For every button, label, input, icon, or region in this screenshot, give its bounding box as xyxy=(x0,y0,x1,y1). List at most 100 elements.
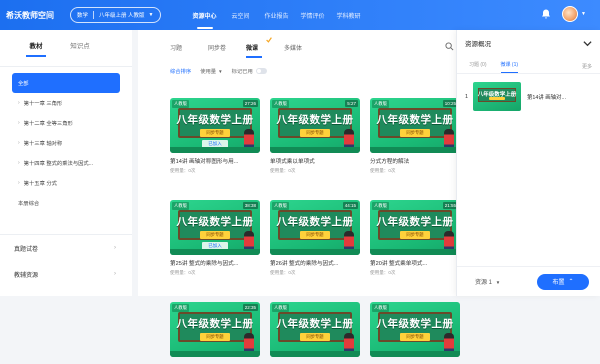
sidebar-item-label: 教辅资源 xyxy=(14,272,39,279)
assign-button[interactable]: 布置 ⌃ xyxy=(537,273,589,290)
duration-badge: 27:26 xyxy=(242,100,258,107)
chapter-label: 第十二章 全等三角形 xyxy=(23,121,73,127)
tab-label: 微课 xyxy=(246,45,259,52)
chapter-label: 第十三章 轴对称 xyxy=(23,141,63,147)
chevron-right-icon: › xyxy=(18,140,20,146)
resource-card[interactable]: 人教版 44:15 八年级数学上册 同步专题 第26讲 整式的乘除与因式... 使用量：0… xyxy=(270,200,360,276)
video-thumbnail[interactable]: 人教版 八年级数学上册 同步专题 xyxy=(370,302,460,357)
sidebar-item-real-exams[interactable]: 真题试卷 › xyxy=(0,235,132,261)
edition-badge: 人教版 xyxy=(172,100,189,108)
resource-card[interactable]: 人教版 21:55 八年级数学上册 同步专题 第20讲 整式乘单项式... 使用量：0次 xyxy=(370,200,460,276)
panel-tab-micro-lessons[interactable]: 微课 (1) xyxy=(500,61,518,73)
video-thumbnail[interactable]: 人教版 27:26 八年级数学上册 同步专题 已加入 xyxy=(170,98,260,153)
ground-strip xyxy=(270,351,360,357)
video-thumbnail[interactable]: 人教版 38:38 八年级数学上册 同步专题 已加入 xyxy=(170,200,260,255)
edition-badge: 人教版 xyxy=(372,100,389,108)
chapter-item[interactable]: › 第十一章 三角形 xyxy=(12,93,120,113)
nav-subject-research[interactable]: 学科教研 xyxy=(331,11,367,20)
resource-card[interactable]: 人教版 八年级数学上册 同步专题 xyxy=(270,302,360,364)
item-index: 1 xyxy=(465,93,469,100)
resource-card[interactable]: 人教版 38:38 八年级数学上册 同步专题 已加入第25讲 整式的乘除与因式... 使用… xyxy=(170,200,260,276)
thumbnail-title: 八年级数学上册 xyxy=(376,114,454,126)
avatar[interactable] xyxy=(562,6,579,22)
bell-icon[interactable] xyxy=(540,8,552,20)
more-link[interactable]: 更多 xyxy=(582,63,592,70)
chevron-down-icon[interactable]: ▼ xyxy=(581,11,586,17)
grade-subject-selector[interactable]: 数学 八年级上册 人教版 ▼ xyxy=(70,7,161,23)
list-item[interactable]: 1 八年级数学上册 第14讲 画轴对... xyxy=(457,74,600,111)
resource-count-dropdown[interactable]: 资源 1 ▼ xyxy=(475,277,500,286)
thumbnail-banner: 同步专题 xyxy=(400,231,430,239)
sort-usage[interactable]: 使用量 ▼ xyxy=(200,67,223,76)
sidebar-item-teaching-aids[interactable]: 教辅资源 › xyxy=(0,261,132,287)
video-thumbnail[interactable]: 人教版 44:15 八年级数学上册 同步专题 xyxy=(270,200,360,255)
sidebar-bottom: 真题试卷 › 教辅资源 › xyxy=(0,234,132,287)
main-nav: 资源中心 云空间 作业报告 学情评价 学科教研 xyxy=(187,0,367,30)
thumbnail-title: 八年级数学上册 xyxy=(276,318,354,330)
grade-label: 八年级上册 人教版 xyxy=(99,13,145,19)
card-title[interactable]: 第25讲 整式的乘除与因式... xyxy=(170,259,260,267)
usage-count: 使用量：0次 xyxy=(170,270,196,275)
chapter-item[interactable]: › 第十二章 全等三角形 xyxy=(12,113,120,133)
chevron-right-icon: › xyxy=(18,160,20,166)
sort-comprehensive[interactable]: 综合排序 xyxy=(170,67,191,75)
tab-micro-lessons[interactable]: 微课 xyxy=(246,36,284,58)
video-thumbnail[interactable]: 人教版 5:27 八年级数学上册 同步专题 xyxy=(270,98,360,153)
card-title[interactable]: 单项式乘以单项式 xyxy=(270,157,360,165)
tab-multimedia[interactable]: 多媒体 xyxy=(284,43,322,52)
video-thumbnail[interactable]: 人教版 22:35 八年级数学上册 同步专题 xyxy=(170,302,260,357)
ground-strip xyxy=(170,351,260,357)
filter-label: 标记已用 xyxy=(231,69,253,75)
card-title[interactable]: 第26讲 整式的乘除与因式... xyxy=(270,259,360,267)
ground-strip xyxy=(370,147,460,153)
thumbnail-banner: 同步专题 xyxy=(200,129,230,137)
resource-card[interactable]: 人教版 八年级数学上册 同步专题 xyxy=(370,302,460,364)
video-thumbnail[interactable]: 人教版 21:55 八年级数学上册 同步专题 xyxy=(370,200,460,255)
chevron-right-icon: › xyxy=(18,100,20,106)
chapter-item[interactable]: › 第十四章 整式的乘法与因式... xyxy=(12,153,120,173)
usage-count: 使用量：0次 xyxy=(170,168,196,173)
panel-tab-exercises[interactable]: 习题 (0) xyxy=(469,61,487,68)
search-icon[interactable] xyxy=(445,42,454,51)
nav-learning-evaluation[interactable]: 学情评价 xyxy=(295,11,331,20)
nav-homework-report[interactable]: 作业报告 xyxy=(259,11,295,20)
app-logo[interactable]: 希沃教师空间 xyxy=(6,10,68,21)
top-bar: 希沃教师空间 数学 八年级上册 人教版 ▼ 资源中心 云空间 作业报告 学情评价… xyxy=(0,0,600,30)
resource-card[interactable]: 人教版 10:25 八年级数学上册 同步专题 分式方程的解法 使用量：0次 xyxy=(370,98,460,174)
chapter-item-comprehensive[interactable]: 本册综合 xyxy=(12,193,120,213)
card-title[interactable]: 第14讲 画轴对称图形与用... xyxy=(170,157,260,165)
thumbnail-title: 八年级数学上册 xyxy=(376,216,454,228)
card-title[interactable]: 第20讲 整式乘单项式... xyxy=(370,259,460,267)
thumbnail-title: 八年级数学上册 xyxy=(176,114,254,126)
duration-badge: 44:15 xyxy=(342,202,358,209)
chevron-down-icon[interactable] xyxy=(583,39,592,48)
duration-badge: 5:27 xyxy=(345,100,358,107)
duration-badge: 22:35 xyxy=(242,304,258,311)
resource-card[interactable]: 人教版 5:27 八年级数学上册 同步专题 单项式乘以单项式 使用量：0次 xyxy=(270,98,360,174)
nav-resource-center[interactable]: 资源中心 xyxy=(187,11,223,29)
tab-exercises[interactable]: 习题 xyxy=(170,43,208,52)
thumbnail-banner: 同步专题 xyxy=(300,333,330,341)
chapter-label: 全部 xyxy=(18,81,29,87)
panel-title: 资源概况 xyxy=(465,41,491,48)
nav-cloud-space[interactable]: 云空间 xyxy=(223,11,259,20)
marked-used-toggle[interactable] xyxy=(255,68,267,74)
resource-card[interactable]: 人教版 22:35 八年级数学上册 同步专题 xyxy=(170,302,260,364)
chapter-item[interactable]: › 第十三章 轴对称 xyxy=(12,133,120,153)
tab-sync-papers[interactable]: 同步卷 xyxy=(208,43,246,52)
video-thumbnail[interactable]: 人教版 10:25 八年级数学上册 同步专题 xyxy=(370,98,460,153)
resource-card[interactable]: 人教版 27:26 八年级数学上册 同步专题 已加入 第14讲 画轴对称图形与用... 使用… xyxy=(170,98,260,174)
edition-badge: 人教版 xyxy=(372,202,389,210)
panel-footer: 资源 1 ▼ 布置 ⌃ xyxy=(457,266,600,296)
checkmark-icon xyxy=(266,36,272,43)
chapter-item[interactable]: › 第十五章 分式 xyxy=(12,173,120,193)
tab-textbook[interactable]: 教材 xyxy=(14,40,58,57)
chevron-right-icon: › xyxy=(114,245,116,251)
chevron-down-icon: ▼ xyxy=(218,68,223,74)
resource-tabs: 习题 同步卷 微课 多媒体 xyxy=(138,30,458,64)
card-title[interactable]: 分式方程的解法 xyxy=(370,157,460,165)
thumbnail-title: 八年级数学上册 xyxy=(176,318,254,330)
video-thumbnail[interactable]: 人教版 八年级数学上册 同步专题 xyxy=(270,302,360,357)
chapter-item-all[interactable]: 全部 xyxy=(12,73,120,93)
tab-knowledge-points[interactable]: 知识点 xyxy=(58,40,102,50)
